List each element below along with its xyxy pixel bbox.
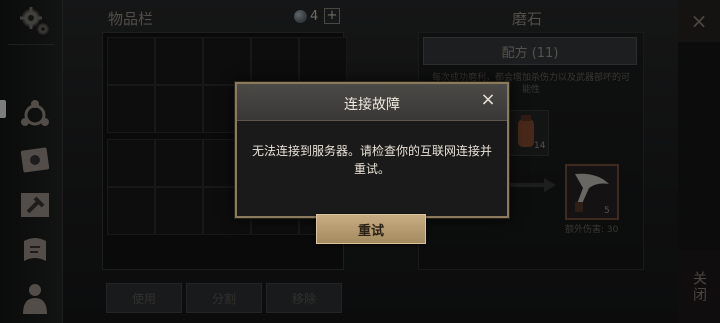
close-icon[interactable]: ×	[478, 90, 498, 110]
connection-error-dialog: 连接故障 × 无法连接到服务器。请检查你的互联网连接并重试。	[235, 82, 509, 218]
dialog-title: 连接故障	[344, 97, 400, 113]
retry-button[interactable]: 重试	[316, 214, 426, 244]
dialog-message: 无法连接到服务器。请检查你的互联网连接并重试。	[251, 144, 492, 176]
game-screen: 物品栏 4 + 使用 分割 移除 磨石 配方 (11) 每次成功磨利，都会增加杀…	[0, 0, 720, 323]
